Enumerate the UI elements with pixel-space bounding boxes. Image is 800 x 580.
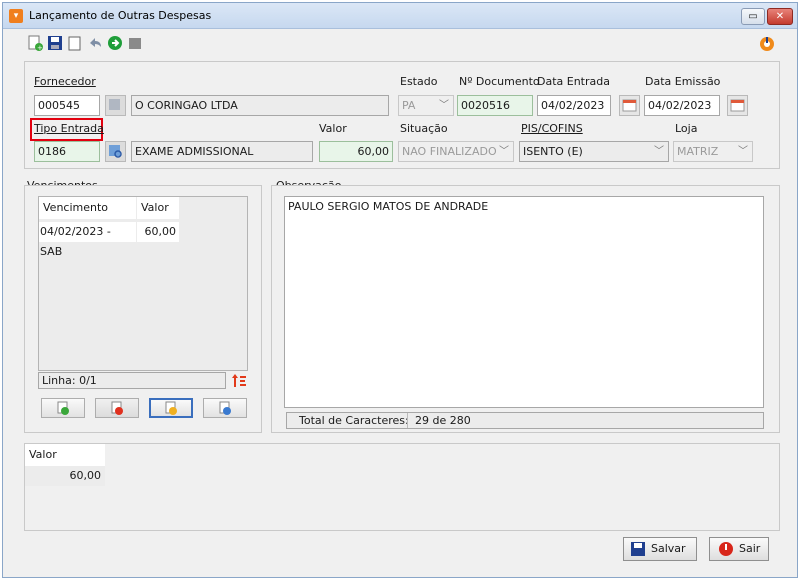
calendar-icon (622, 99, 637, 112)
chevron-down-icon: ﹀ (738, 146, 748, 157)
valor-field[interactable]: 60,00 (319, 141, 393, 162)
chevron-down-icon: ﹀ (654, 146, 664, 157)
edit-row-button[interactable] (149, 398, 193, 418)
estado-label: Estado (400, 75, 438, 88)
situacao-select[interactable]: NAO FINALIZADO ﹀ (398, 141, 514, 162)
parcelas-header: Valor Parcelas (25, 444, 105, 483)
footer-bar: Salvar Sair (24, 533, 780, 567)
linha-counter: Linha: 0/1 (38, 372, 226, 389)
pis-cofins-label: PIS/COFINS (521, 122, 583, 135)
remove-icon (111, 401, 123, 415)
situacao-label: Situação (400, 122, 448, 135)
pis-cofins-value: ISENTO (E) (523, 145, 583, 158)
column-header-vencimento[interactable]: Vencimento (39, 197, 136, 219)
undo-icon[interactable] (87, 35, 103, 51)
data-emissao-label: Data Emissão (645, 75, 721, 88)
window-title: Lançamento de Outras Despesas (29, 9, 212, 22)
copy-icon[interactable] (67, 35, 83, 51)
data-entrada-label: Data Entrada (537, 75, 610, 88)
data-entrada-calendar-button[interactable] (619, 95, 640, 116)
row-vencimento-cell[interactable]: 04/02/2023 - SAB (39, 222, 136, 258)
fornecedor-label: Fornecedor (34, 75, 96, 88)
total-caracteres-bar: Total de Caracteres: 29 de 280 (286, 412, 764, 429)
fornecedor-name-field: O CORINGAO LTDA (131, 95, 389, 116)
main-window: ▾ Lançamento de Outras Despesas ▭ ✕ + Fo… (2, 2, 798, 578)
header-panel: Fornecedor 000545 O CORINGAO LTDA Estado… (24, 61, 780, 169)
title-bar: ▾ Lançamento de Outras Despesas ▭ ✕ (3, 3, 797, 29)
data-entrada-field[interactable]: 04/02/2023 (537, 95, 611, 116)
fornecedor-search-button[interactable] (105, 95, 126, 116)
clear-icon (219, 401, 231, 415)
fornecedor-code-field[interactable]: 000545 (34, 95, 100, 116)
parcelas-panel: Valor Parcelas 60,00 (24, 443, 780, 531)
observacao-textarea[interactable]: PAULO SERGIO MATOS DE ANDRADE (284, 196, 764, 408)
documento-field[interactable]: 0020516 (457, 95, 533, 116)
total-caracteres-value: 29 de 280 (415, 414, 471, 427)
estado-value: PA (402, 99, 416, 112)
tipo-entrada-name-field: EXAME ADMISSIONAL (131, 141, 313, 162)
search-icon (109, 145, 122, 158)
edit-icon (165, 401, 177, 415)
estado-select[interactable]: PA ﹀ (398, 95, 454, 116)
app-icon: ▾ (9, 9, 23, 23)
data-emissao-calendar-button[interactable] (727, 95, 748, 116)
save-icon[interactable] (47, 35, 63, 51)
close-button[interactable]: ✕ (767, 8, 793, 25)
vencimentos-grid[interactable]: Vencimento Valor 04/02/2023 - SAB 60,00 (38, 196, 248, 371)
restore-button[interactable]: ▭ (741, 8, 765, 25)
save-button[interactable]: Salvar (623, 537, 697, 561)
observacao-panel: PAULO SERGIO MATOS DE ANDRADE Total de C… (271, 185, 780, 433)
add-icon (57, 401, 69, 415)
confirm-icon[interactable] (107, 35, 123, 51)
exit-icon (718, 541, 734, 565)
print-icon[interactable] (127, 35, 143, 51)
vencimentos-panel: Vencimento Valor 04/02/2023 - SAB 60,00 … (24, 185, 262, 433)
documento-label: Nº Documento (459, 75, 540, 88)
svg-text:+: + (37, 44, 43, 51)
loja-value: MATRIZ (677, 145, 719, 158)
data-emissao-field[interactable]: 04/02/2023 (644, 95, 720, 116)
total-caracteres-label: Total de Caracteres: (299, 414, 409, 427)
divider (407, 413, 408, 428)
exit-button[interactable]: Sair (709, 537, 769, 561)
loja-label: Loja (675, 122, 698, 135)
valor-label: Valor (319, 122, 347, 135)
search-icon (109, 99, 120, 110)
column-header-valor[interactable]: Valor (137, 197, 179, 219)
situacao-value: NAO FINALIZADO (402, 145, 497, 158)
loja-select[interactable]: MATRIZ ﹀ (673, 141, 753, 162)
tipo-entrada-label: Tipo Entrada (34, 122, 104, 135)
chevron-down-icon: ﹀ (499, 146, 509, 157)
tipo-entrada-code-field[interactable]: 0186 (34, 141, 100, 162)
pis-cofins-select[interactable]: ISENTO (E) ﹀ (519, 141, 669, 162)
row-valor-cell[interactable]: 60,00 (137, 222, 179, 242)
remove-row-button[interactable] (95, 398, 139, 418)
save-icon (630, 541, 646, 565)
add-row-button[interactable] (41, 398, 85, 418)
parcelas-value: 60,00 (25, 466, 105, 486)
exit-label: Sair (739, 542, 761, 555)
clear-row-button[interactable] (203, 398, 247, 418)
calendar-icon (730, 99, 745, 112)
sort-icon[interactable] (231, 372, 247, 389)
chevron-down-icon: ﹀ (439, 100, 449, 111)
tipo-entrada-search-button[interactable] (105, 141, 126, 162)
power-icon[interactable] (758, 35, 776, 53)
new-icon[interactable]: + (27, 35, 43, 52)
save-label: Salvar (651, 542, 686, 555)
